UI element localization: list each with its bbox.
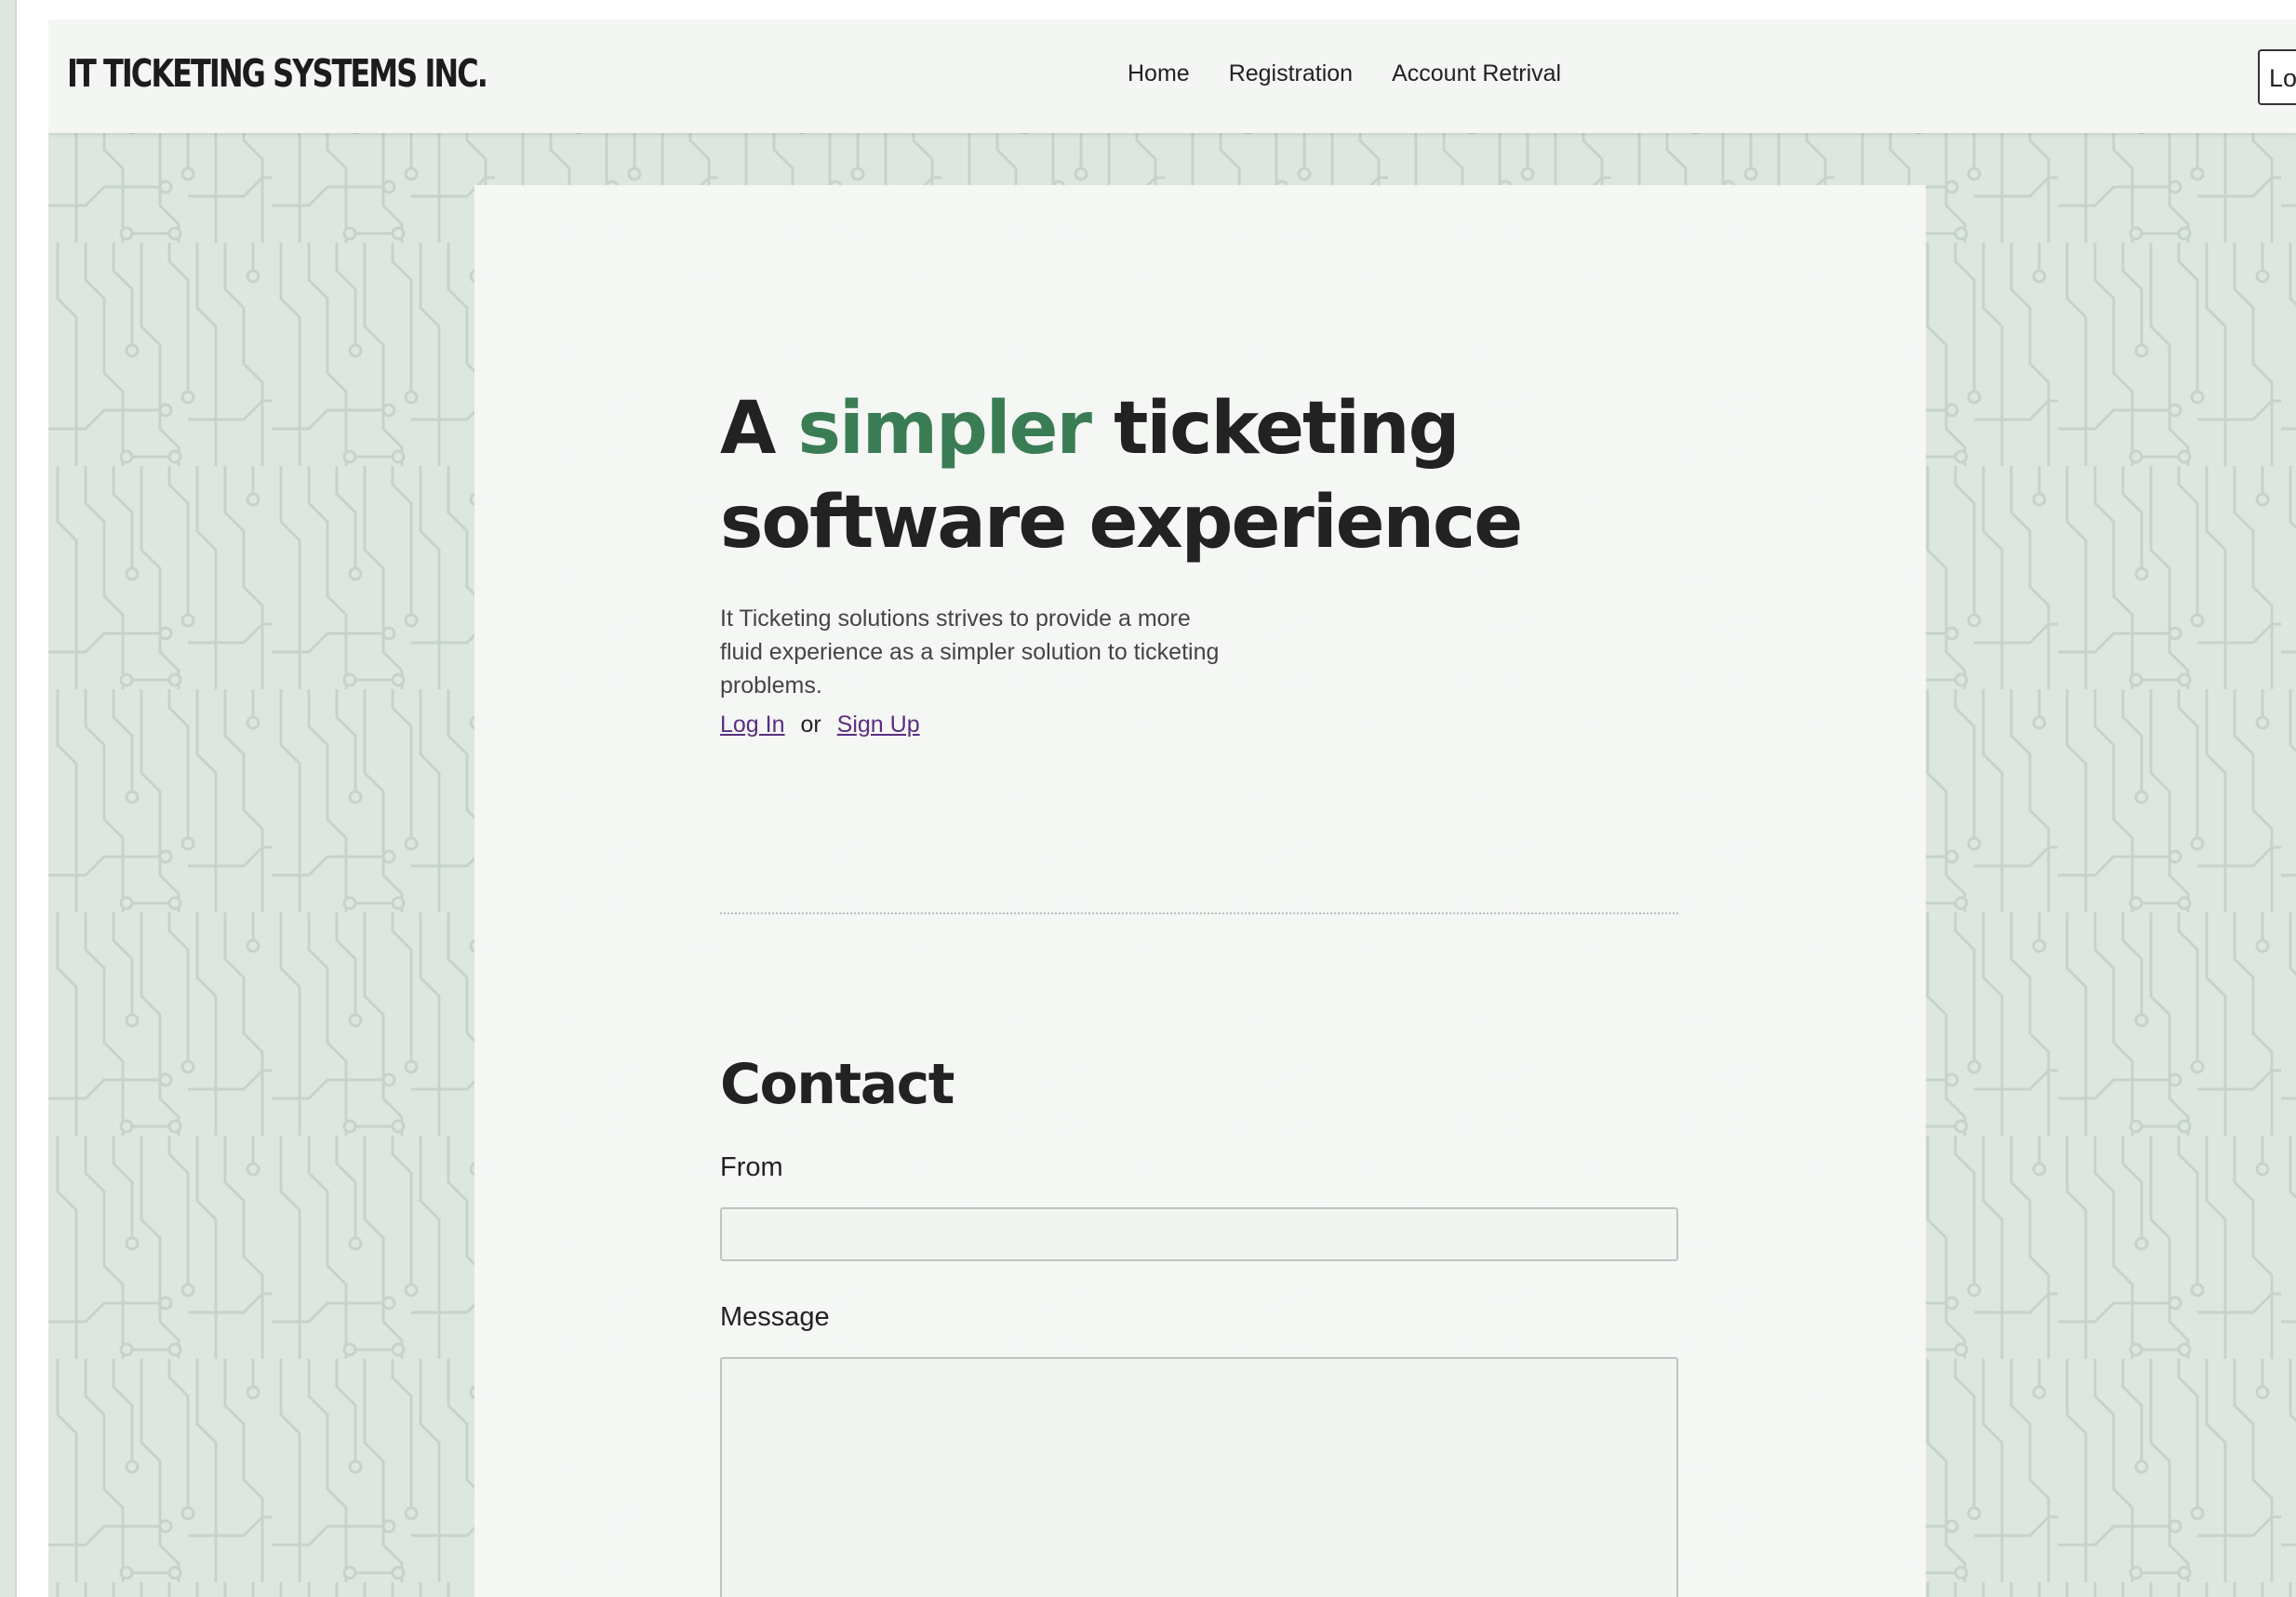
nav-links: Home Registration Account Retrival	[1128, 60, 1561, 87]
hero-signup-link[interactable]: Sign Up	[837, 712, 920, 738]
hero-title: A simpler ticketing software experience	[720, 382, 1523, 570]
hero-description: It Ticketing solutions strives to provid…	[720, 606, 1220, 699]
hero-title-accent: simpler	[797, 387, 1092, 471]
login-button[interactable]: Log	[2258, 49, 2296, 105]
hero-title-rest: ticketing	[1089, 387, 1460, 471]
hero-auth-links: Log In or Sign Up	[720, 712, 920, 739]
nav-registration-link[interactable]: Registration	[1229, 60, 1353, 87]
left-window-edge	[0, 0, 17, 1597]
nav-account-retrival-link[interactable]: Account Retrival	[1392, 60, 1561, 87]
brand-logo[interactable]: IT TICKETING SYSTEMS INC.	[67, 51, 488, 96]
hero-title-prefix: A	[720, 387, 798, 471]
page: IT TICKETING SYSTEMS INC. Home Registrat…	[48, 20, 2296, 1597]
nav-home-link[interactable]: Home	[1128, 60, 1190, 87]
section-divider	[720, 912, 1678, 914]
hero-login-link[interactable]: Log In	[720, 712, 785, 738]
message-label: Message	[720, 1302, 830, 1332]
contact-title: Contact	[720, 1052, 954, 1117]
content-card: A simpler ticketing software experience I…	[474, 185, 1926, 1597]
message-textarea[interactable]	[720, 1357, 1678, 1597]
hero-title-line2: software experience	[720, 481, 1523, 565]
from-label: From	[720, 1152, 783, 1182]
hero-or-text: or	[800, 712, 821, 738]
from-input[interactable]	[720, 1207, 1678, 1261]
top-navbar: IT TICKETING SYSTEMS INC. Home Registrat…	[48, 20, 2296, 133]
